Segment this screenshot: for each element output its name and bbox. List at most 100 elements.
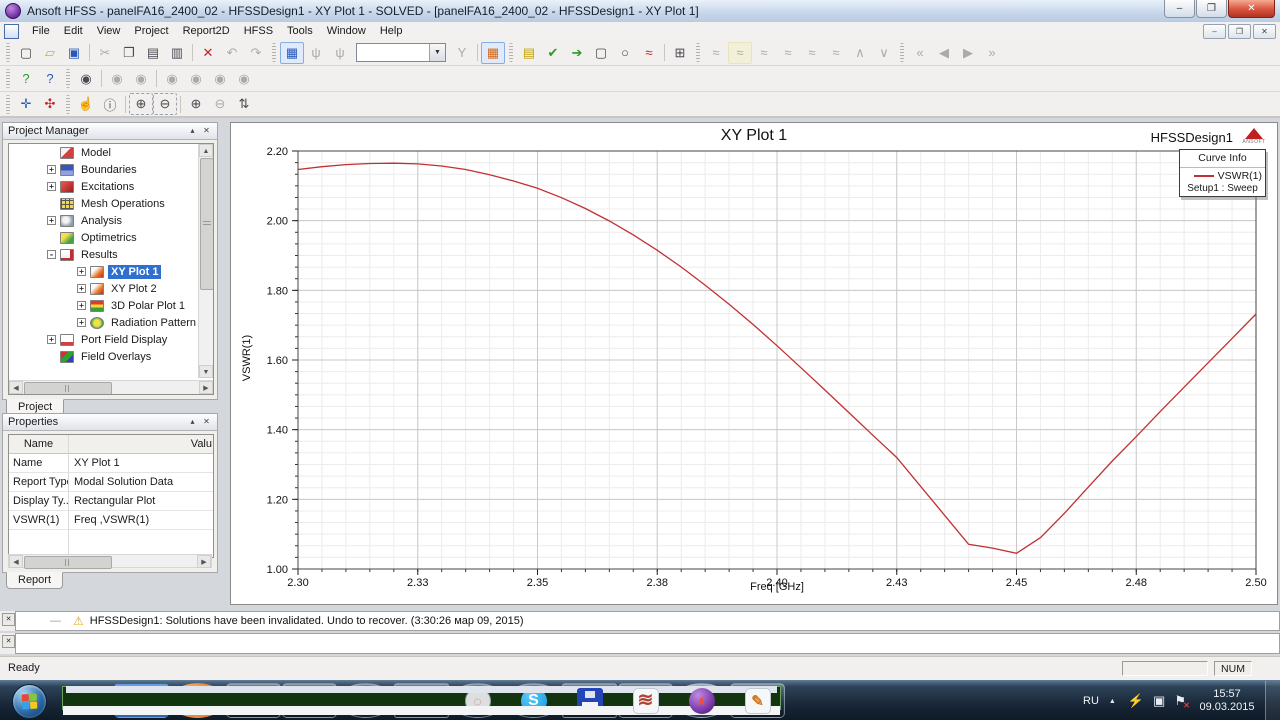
tab-report[interactable]: Report — [6, 572, 64, 589]
scroll-right-icon[interactable]: ▶ — [197, 555, 211, 568]
legend[interactable]: Curve Info VSWR(1) Setup1 : Sweep — [1179, 149, 1266, 197]
apply-list-icon[interactable]: Y — [450, 42, 474, 64]
expander-icon[interactable]: + — [47, 335, 56, 344]
analyze-all-icon[interactable]: ➔ — [565, 42, 589, 64]
menu-tools[interactable]: Tools — [280, 23, 320, 39]
expander-icon[interactable]: + — [77, 318, 86, 327]
help-topics-icon[interactable]: ? — [14, 68, 38, 90]
scroll-thumb[interactable] — [24, 556, 112, 569]
first-page-icon[interactable]: « — [908, 42, 932, 64]
new-report-icon[interactable]: ⊞ — [668, 42, 692, 64]
tree-item-xy-plot-2[interactable]: + XY Plot 2 — [9, 280, 213, 297]
zoom-window-icon[interactable]: ⊕ — [184, 93, 208, 115]
progress-list[interactable] — [15, 633, 1280, 654]
validate-icon[interactable]: ✔ — [541, 42, 565, 64]
show-others-icon[interactable]: ◉ — [232, 68, 256, 90]
project-manager-header[interactable]: Project Manager ▴ ✕ — [3, 123, 217, 140]
show-selection-icon[interactable]: ◉ — [129, 68, 153, 90]
redo-icon[interactable]: ↷ — [244, 42, 268, 64]
tree-item-boundaries[interactable]: + Boundaries — [9, 161, 213, 178]
plot-type-6-icon[interactable]: ≈ — [824, 42, 848, 64]
plot-type-8-icon[interactable]: ∨ — [872, 42, 896, 64]
paste-icon[interactable]: ▤ — [141, 42, 165, 64]
close-icon[interactable]: ✕ — [201, 126, 212, 136]
table-row[interactable]: VSWR(1) Freq ,VSWR(1) — [9, 511, 213, 530]
expander-icon[interactable]: + — [77, 284, 86, 293]
last-page-icon[interactable]: » — [980, 42, 1004, 64]
prev-page-icon[interactable]: ◀ — [932, 42, 956, 64]
network-icon[interactable]: ▣ — [1153, 693, 1165, 709]
hide-all-icon[interactable]: ◉ — [160, 68, 184, 90]
close-icon[interactable]: ✕ — [2, 613, 15, 626]
mdi-restore-button[interactable]: ❐ — [1228, 24, 1251, 39]
save-icon[interactable]: ▣ — [62, 42, 86, 64]
menu-help[interactable]: Help — [373, 23, 410, 39]
plot-type-3-icon[interactable]: ≈ — [752, 42, 776, 64]
scroll-thumb[interactable] — [24, 382, 112, 394]
scroll-up-icon[interactable]: ▲ — [199, 144, 213, 157]
measure-info-icon[interactable]: ⓘ — [98, 93, 122, 115]
start-button[interactable] — [12, 684, 47, 719]
tree-item-mesh-operations[interactable]: Mesh Operations — [9, 195, 213, 212]
copy-icon[interactable]: ❐ — [117, 42, 141, 64]
scroll-right-icon[interactable]: ▶ — [199, 381, 213, 394]
mdi-close-button[interactable]: ✕ — [1253, 24, 1276, 39]
view-visibility-icon[interactable]: ◉ — [74, 68, 98, 90]
tree-item-model[interactable]: Model — [9, 144, 213, 161]
plot-type-1-icon[interactable]: ≈ — [704, 42, 728, 64]
tree-item-radiation-pattern-1[interactable]: + Radiation Pattern 1 — [9, 314, 213, 331]
zoom-in-icon[interactable]: ⊕ — [129, 93, 153, 115]
menu-hfss[interactable]: HFSS — [237, 23, 280, 39]
message-list[interactable]: — ⚠ HFSSDesign1: Solutions have been inv… — [15, 611, 1280, 631]
plot-type-2-icon[interactable]: ≈ — [728, 41, 752, 64]
tree-item-optimetrics[interactable]: Optimetrics — [9, 229, 213, 246]
open-icon[interactable]: ▱ — [38, 42, 62, 64]
properties-header[interactable]: Properties ▴ ✕ — [3, 414, 217, 431]
show-all-icon[interactable]: ◉ — [184, 68, 208, 90]
expander-icon[interactable]: + — [47, 165, 56, 174]
tree-item-3d-polar-plot-1[interactable]: + 3D Polar Plot 1 — [9, 297, 213, 314]
plot-type-7-icon[interactable]: ∧ — [848, 42, 872, 64]
expander-icon[interactable]: + — [77, 267, 86, 276]
tray-expand-icon[interactable]: ▲ — [1109, 698, 1116, 705]
mdi-minimize-button[interactable]: – — [1203, 24, 1226, 39]
minimize-button[interactable]: – — [1164, 0, 1195, 18]
context-help-icon[interactable]: ? — [38, 68, 62, 90]
menu-file[interactable]: File — [25, 23, 57, 39]
tree-item-port-field-display[interactable]: + Port Field Display — [9, 331, 213, 348]
table-row[interactable]: Display Ty... Rectangular Plot — [9, 492, 213, 511]
new-icon[interactable]: ▢ — [14, 42, 38, 64]
expander-icon[interactable]: + — [77, 301, 86, 310]
close-button[interactable]: ✕ — [1228, 0, 1275, 18]
collapse-icon[interactable]: ▴ — [187, 417, 198, 427]
expander-icon[interactable]: - — [47, 250, 56, 259]
pan-icon[interactable]: ☝ — [74, 93, 98, 115]
scroll-thumb[interactable] — [200, 158, 213, 290]
solution-setup-combobox[interactable]: ▼ — [356, 43, 446, 62]
xy-plot-window[interactable]: 2.30 2.33 2.35 2.38 2.40 2.43 2.45 2.48 2.50 2.20… — [230, 122, 1278, 605]
show-desktop-button[interactable] — [1265, 681, 1280, 720]
table-row[interactable]: Name XY Plot 1 — [9, 454, 213, 473]
coordinate-system-icon[interactable]: ✛ — [14, 93, 38, 115]
tree-horizontal-scrollbar[interactable]: ◀ ▶ — [9, 380, 213, 394]
next-page-icon[interactable]: ▶ — [956, 42, 980, 64]
analysis-setup-icon[interactable]: ▤ — [517, 42, 541, 64]
matrix-data-icon[interactable]: ▦ — [481, 41, 505, 64]
undo-icon[interactable]: ↶ — [220, 42, 244, 64]
menu-window[interactable]: Window — [320, 23, 373, 39]
expander-icon[interactable]: + — [47, 216, 56, 225]
menu-project[interactable]: Project — [127, 23, 175, 39]
collapse-icon[interactable]: ▴ — [187, 126, 198, 136]
solution-data-icon[interactable]: ▢ — [589, 42, 613, 64]
tree-item-excitations[interactable]: + Excitations — [9, 178, 213, 195]
expander-icon[interactable]: + — [47, 182, 56, 191]
plot-type-4-icon[interactable]: ≈ — [776, 42, 800, 64]
results-plot-icon[interactable]: ≈ — [637, 42, 661, 64]
power-icon[interactable]: ⚡ — [1128, 693, 1144, 709]
action-center-icon[interactable]: ⚑ ✕ — [1174, 693, 1190, 710]
optimetrics-analysis-icon[interactable]: ○ — [613, 42, 637, 64]
dropdown-icon[interactable]: ▼ — [429, 44, 445, 61]
hide-others-icon[interactable]: ◉ — [208, 68, 232, 90]
clock[interactable]: 15:57 09.03.2015 — [1195, 688, 1259, 714]
close-icon[interactable]: ✕ — [2, 635, 15, 648]
